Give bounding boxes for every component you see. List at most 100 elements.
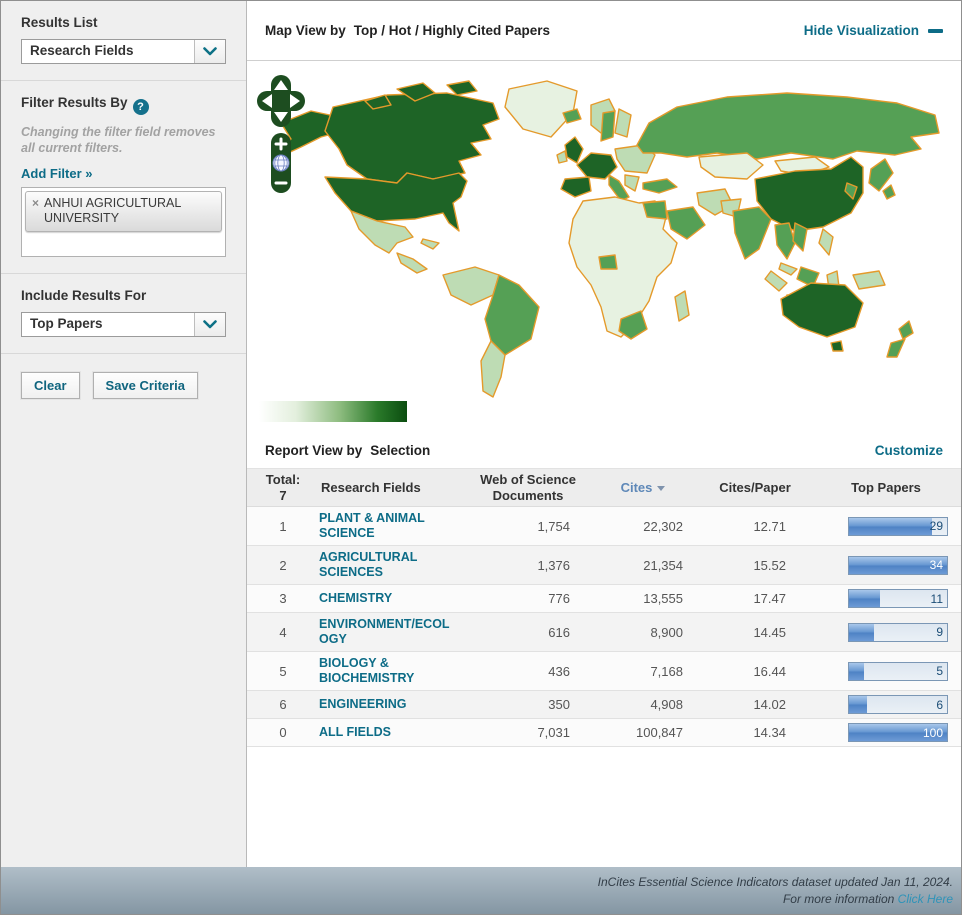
table-row: 0 ALL FIELDS 7,031 100,847 14.34 100 bbox=[247, 719, 961, 748]
row-field-link[interactable]: ALL FIELDS bbox=[319, 725, 469, 740]
column-cites[interactable]: Cites bbox=[587, 477, 699, 499]
zoom-control[interactable] bbox=[271, 133, 291, 193]
country-malaysia[interactable] bbox=[778, 262, 798, 276]
country-ireland[interactable] bbox=[556, 150, 568, 164]
hide-visualization-link[interactable]: Hide Visualization bbox=[804, 23, 943, 38]
row-field-link[interactable]: PLANT & ANIMAL SCIENCE bbox=[319, 511, 469, 541]
customize-link[interactable]: Customize bbox=[875, 443, 943, 458]
click-here-link[interactable]: Click Here bbox=[898, 892, 953, 906]
top-papers-value: 9 bbox=[936, 625, 943, 640]
column-top-papers[interactable]: Top Papers bbox=[811, 477, 961, 499]
top-papers-bar: 29 bbox=[848, 516, 948, 536]
column-docs[interactable]: Web of Science Documents bbox=[469, 469, 587, 506]
more-info-prefix: For more information bbox=[782, 891, 895, 906]
country-saudi-arabia[interactable] bbox=[666, 206, 706, 240]
save-criteria-button[interactable]: Save Criteria bbox=[92, 371, 199, 399]
country-cuba[interactable] bbox=[420, 238, 440, 250]
table-row: 2 AGRICULTURAL SCIENCES 1,376 21,354 15.… bbox=[247, 546, 961, 586]
top-papers-bar-fill bbox=[849, 623, 875, 641]
country-finland[interactable] bbox=[614, 108, 632, 138]
balkans[interactable] bbox=[624, 174, 640, 192]
main-panel: Map View by Top / Hot / Highly Cited Pap… bbox=[247, 1, 961, 867]
row-cites-per-paper: 17.47 bbox=[753, 591, 786, 607]
row-top-papers-cell: 29 bbox=[811, 516, 961, 536]
row-field-link[interactable]: ENGINEERING bbox=[319, 697, 469, 712]
country-egypt[interactable] bbox=[642, 200, 668, 220]
include-results-dropdown[interactable]: Top Papers bbox=[21, 311, 226, 337]
country-new-zealand[interactable] bbox=[886, 320, 914, 358]
chevron-down-icon[interactable] bbox=[194, 40, 225, 63]
sort-desc-icon bbox=[657, 486, 666, 492]
row-cites: 8,900 bbox=[650, 624, 683, 640]
report-view-title-value: Selection bbox=[370, 442, 431, 458]
row-cites: 100,847 bbox=[636, 725, 683, 741]
filter-note: Changing the filter field removes all cu… bbox=[21, 125, 216, 156]
country-greenland[interactable] bbox=[504, 80, 578, 138]
globe-icon bbox=[272, 154, 290, 172]
map-controls bbox=[255, 71, 311, 202]
filter-heading: Filter Results By? bbox=[21, 95, 226, 115]
country-philippines[interactable] bbox=[818, 228, 834, 256]
pan-control[interactable] bbox=[257, 75, 305, 127]
filter-box: × ANHUI AGRICULTURAL UNIVERSITY bbox=[21, 186, 226, 257]
row-field-link[interactable]: CHEMISTRY bbox=[319, 591, 469, 606]
column-research-fields[interactable]: Research Fields bbox=[319, 477, 469, 499]
country-russia[interactable] bbox=[636, 92, 940, 160]
island-sumatra[interactable] bbox=[764, 270, 788, 292]
top-papers-bar: 5 bbox=[848, 661, 948, 681]
row-top-papers-cell: 9 bbox=[811, 622, 961, 642]
row-field-link[interactable]: ENVIRONMENT/ECOLOGY bbox=[319, 617, 469, 647]
filter-chip[interactable]: × ANHUI AGRICULTURAL UNIVERSITY bbox=[25, 190, 222, 232]
row-docs: 1,376 bbox=[537, 557, 570, 573]
clear-button[interactable]: Clear bbox=[21, 371, 80, 399]
country-australia[interactable] bbox=[780, 282, 864, 338]
row-field-link[interactable]: BIOLOGY & BIOCHEMISTRY bbox=[319, 656, 469, 686]
top-papers-value: 6 bbox=[936, 697, 943, 712]
top-papers-bar: 6 bbox=[848, 695, 948, 715]
table-row: 1 PLANT & ANIMAL SCIENCE 1,754 22,302 12… bbox=[247, 507, 961, 547]
row-top-papers-cell: 6 bbox=[811, 695, 961, 715]
row-top-papers-cell: 100 bbox=[811, 723, 961, 743]
western-europe[interactable] bbox=[576, 152, 618, 180]
country-sweden[interactable] bbox=[600, 110, 616, 142]
country-vietnam[interactable] bbox=[792, 222, 808, 252]
row-cites: 4,908 bbox=[650, 697, 683, 713]
row-field-link[interactable]: AGRICULTURAL SCIENCES bbox=[319, 550, 469, 580]
country-uk[interactable] bbox=[564, 136, 584, 164]
top-papers-bar: 34 bbox=[848, 555, 948, 575]
country-canada[interactable] bbox=[324, 92, 500, 184]
top-papers-value: 100 bbox=[922, 725, 943, 740]
table-row: 6 ENGINEERING 350 4,908 14.02 6 bbox=[247, 691, 961, 720]
sidebar: Results List Research Fields Filter Resu… bbox=[1, 1, 247, 867]
results-list-dropdown[interactable]: Research Fields bbox=[21, 39, 226, 64]
country-nigeria[interactable] bbox=[598, 254, 618, 270]
central-america[interactable] bbox=[396, 252, 428, 274]
hide-visualization-label: Hide Visualization bbox=[803, 23, 919, 38]
island-tasmania[interactable] bbox=[830, 340, 844, 352]
country-spain[interactable] bbox=[560, 176, 592, 198]
row-docs: 1,754 bbox=[537, 518, 570, 534]
include-results-section: Include Results For Top Papers bbox=[1, 274, 246, 354]
filter-section: Filter Results By? Changing the filter f… bbox=[1, 81, 246, 274]
island-new-guinea[interactable] bbox=[852, 270, 886, 290]
esi-page: Results List Research Fields Filter Resu… bbox=[0, 0, 962, 915]
world-map[interactable] bbox=[247, 61, 961, 432]
more-info-text: For more information Click Here bbox=[783, 891, 953, 907]
country-japan[interactable] bbox=[868, 158, 896, 200]
help-icon[interactable]: ? bbox=[132, 99, 149, 115]
andes-north[interactable] bbox=[442, 266, 500, 306]
map-visualization bbox=[247, 61, 961, 432]
minus-icon bbox=[928, 28, 943, 33]
add-filter-link[interactable]: Add Filter » bbox=[21, 166, 93, 181]
report-table-header: Total: 7 Research Fields Web of Science … bbox=[247, 468, 961, 508]
results-list-heading: Results List bbox=[21, 15, 98, 30]
chevron-down-icon[interactable] bbox=[194, 312, 225, 336]
country-turkey[interactable] bbox=[642, 178, 678, 194]
country-india[interactable] bbox=[732, 206, 772, 260]
row-docs: 776 bbox=[548, 591, 570, 607]
remove-filter-icon[interactable]: × bbox=[32, 196, 39, 210]
country-madagascar[interactable] bbox=[674, 290, 690, 322]
top-papers-bar: 11 bbox=[848, 589, 948, 609]
cites-label: Cites bbox=[620, 479, 653, 495]
column-cites-per-paper[interactable]: Cites/Paper bbox=[699, 477, 811, 499]
